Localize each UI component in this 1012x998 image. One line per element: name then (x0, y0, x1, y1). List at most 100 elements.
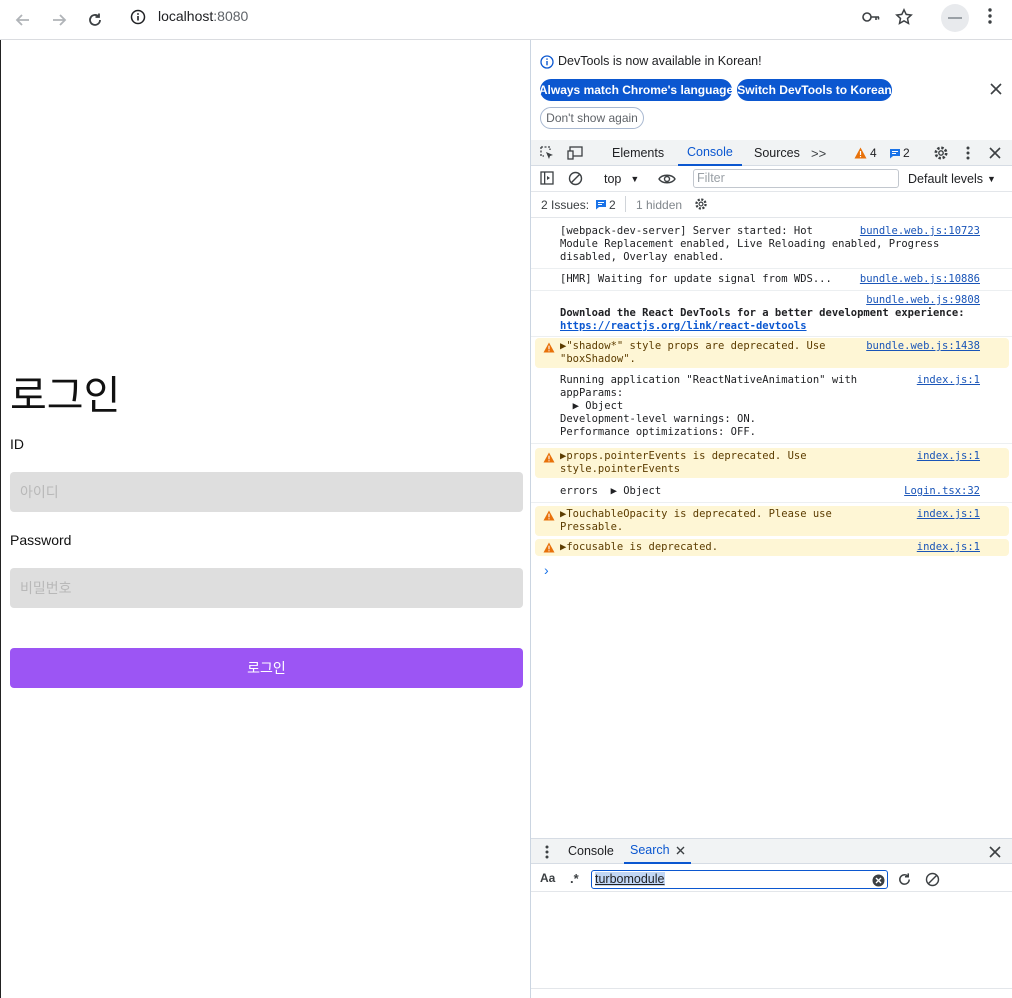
drawer-tab-console[interactable]: Console (568, 838, 614, 864)
issues-settings-gear-icon[interactable] (693, 196, 709, 212)
console-toolbar: top ▼ Filter Default levels ▼ (531, 166, 1012, 192)
menu-icon[interactable] (980, 6, 1000, 26)
site-info-icon[interactable] (129, 8, 147, 26)
message-source-link[interactable]: index.js:1 (917, 374, 980, 387)
back-icon (15, 14, 29, 26)
reload-button[interactable] (79, 4, 111, 36)
console-message[interactable]: errors ▶ Object Login.tsx:32 (531, 482, 1012, 503)
more-tabs-icon[interactable]: >> (811, 140, 826, 166)
tab-console[interactable]: Console (678, 140, 742, 166)
console-message[interactable]: [webpack-dev-server] Server started: Hot… (531, 223, 1012, 269)
profile-icon[interactable] (941, 4, 969, 32)
devtools-tabbar: Elements Console Sources >> 4 2 (531, 140, 1012, 166)
context-selector[interactable]: top ▼ (604, 166, 639, 192)
always-match-language-button[interactable]: Always match Chrome's language (539, 79, 733, 101)
console-warning[interactable]: ▶focusable is deprecated. index.js:1 (535, 539, 1009, 556)
close-infobar-icon[interactable] (988, 81, 1004, 97)
reload-icon (89, 13, 101, 26)
key-icon[interactable] (861, 8, 881, 26)
message-text: errors ▶ Object (560, 485, 662, 497)
id-input[interactable]: 아이디 (10, 472, 523, 512)
forward-icon (53, 14, 67, 26)
match-case-toggle[interactable]: Aa (540, 864, 555, 892)
password-placeholder: 비밀번호 (20, 581, 72, 597)
live-expression-eye-icon[interactable] (657, 171, 677, 187)
warning-text: ▶focusable is deprecated. (560, 541, 719, 553)
clear-search-icon[interactable] (871, 873, 885, 887)
dont-show-again-button[interactable]: Don't show again (540, 107, 644, 129)
clear-results-icon[interactable] (923, 870, 941, 888)
issues-label: 2 Issues: (541, 198, 590, 212)
login-button[interactable]: 로그인 (10, 648, 523, 688)
message-source-link[interactable]: index.js:1 (917, 541, 980, 554)
switch-to-korean-button[interactable]: Switch DevTools to Korean (737, 79, 892, 101)
warning-icon (543, 542, 555, 557)
devtools-menu-icon[interactable] (961, 145, 975, 161)
url-port: :8080 (213, 8, 249, 24)
forward-button[interactable] (43, 4, 75, 36)
search-value: turbomodule (595, 872, 665, 886)
id-label: ID (10, 436, 24, 452)
url-text: localhost:8080 (158, 8, 248, 24)
react-devtools-link[interactable]: https://reactjs.org/link/react-devtools (560, 320, 807, 333)
issues-bar: 2 Issues: 2 1 hidden (531, 192, 1012, 218)
issues-message-icon[interactable] (594, 198, 608, 211)
address-bar[interactable]: localhost:8080 (121, 1, 925, 33)
back-button[interactable] (7, 4, 39, 36)
search-input[interactable]: turbomodule (591, 870, 888, 889)
drawer-menu-icon[interactable] (543, 844, 551, 860)
message-text: [HMR] Waiting for update signal from WDS… (560, 273, 832, 285)
console-warning[interactable]: ▶props.pointerEvents is deprecated. Use … (535, 448, 1009, 478)
context-label: top (604, 172, 622, 186)
filter-input[interactable]: Filter (693, 169, 899, 188)
star-icon[interactable] (894, 7, 914, 27)
tab-elements[interactable]: Elements (612, 140, 664, 166)
drawer-tab-search[interactable]: Search (624, 838, 691, 864)
warning-icon (543, 342, 555, 357)
console-message[interactable]: [HMR] Waiting for update signal from WDS… (531, 271, 1012, 291)
divider (531, 988, 1012, 989)
close-devtools-icon[interactable] (987, 145, 1003, 161)
issues-count[interactable]: 2 (609, 198, 616, 212)
message-source-link[interactable]: Login.tsx:32 (904, 485, 980, 498)
close-drawer-icon[interactable] (988, 845, 1002, 859)
clear-console-icon[interactable] (567, 170, 583, 186)
sidebar-toggle-icon[interactable] (539, 170, 555, 186)
device-toolbar-icon[interactable] (567, 145, 583, 161)
message-source-link[interactable]: bundle.web.js:9808 (866, 294, 980, 307)
console-warning[interactable]: ▶TouchableOpacity is deprecated. Please … (535, 506, 1009, 536)
warning-icon (543, 452, 555, 467)
tab-sources[interactable]: Sources (754, 140, 800, 166)
refresh-search-icon[interactable] (895, 870, 913, 888)
console-prompt[interactable]: › (544, 562, 549, 578)
message-count-icon[interactable] (888, 147, 902, 160)
web-page: 로그인 ID 아이디 Password 비밀번호 로그인 (0, 40, 530, 998)
log-levels-label: Default levels (908, 172, 984, 186)
console-message[interactable]: Running application "ReactNativeAnimatio… (531, 372, 1012, 444)
infobar-message: DevTools is now available in Korean! (558, 54, 762, 68)
id-placeholder: 아이디 (20, 485, 59, 501)
console-warning[interactable]: ▶"shadow*" style props are deprecated. U… (535, 338, 1009, 368)
message-source-link[interactable]: index.js:1 (917, 450, 980, 463)
message-source-link[interactable]: bundle.web.js:10886 (860, 273, 980, 286)
password-input[interactable]: 비밀번호 (10, 568, 523, 608)
info-icon (539, 54, 555, 70)
message-source-link[interactable]: index.js:1 (917, 508, 980, 521)
warning-count[interactable]: 4 (870, 140, 877, 166)
inspect-element-icon[interactable] (539, 145, 555, 161)
divider (625, 196, 626, 212)
warning-text: ▶"shadow*" style props are deprecated. U… (560, 340, 826, 365)
settings-gear-icon[interactable] (932, 144, 950, 162)
message-text: Download the React DevTools for a better… (560, 307, 965, 319)
message-source-link[interactable]: bundle.web.js:1438 (866, 340, 980, 353)
message-source-link[interactable]: bundle.web.js:10723 (860, 225, 980, 238)
message-text: Running application "ReactNativeAnimatio… (560, 374, 858, 438)
message-count[interactable]: 2 (903, 140, 910, 166)
regex-toggle[interactable]: .* (570, 864, 579, 892)
warning-count-icon[interactable] (853, 146, 867, 160)
console-message[interactable]: bundle.web.js:9808 Download the React De… (531, 292, 1012, 337)
log-levels-dropdown[interactable]: Default levels ▼ (908, 166, 996, 192)
close-tab-icon[interactable] (676, 846, 685, 855)
devtools-panel: DevTools is now available in Korean! Alw… (530, 40, 1012, 998)
warning-icon (543, 510, 555, 525)
